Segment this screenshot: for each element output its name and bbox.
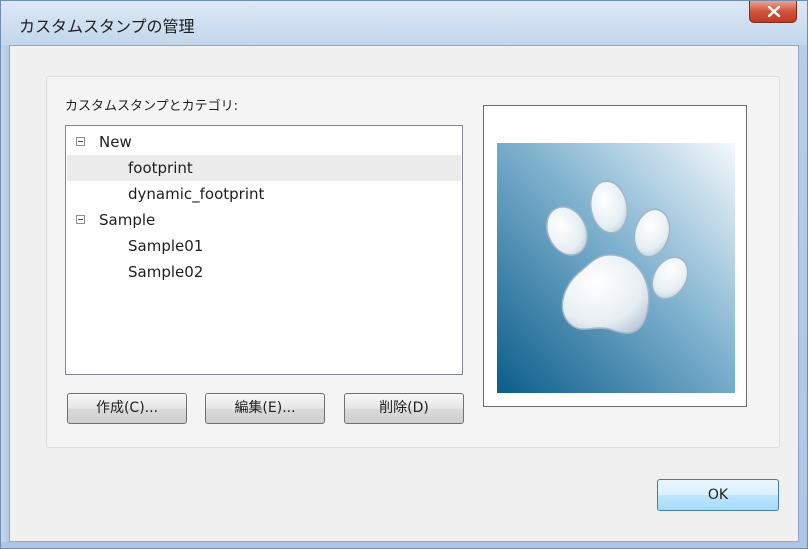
delete-button[interactable]: 削除(D) xyxy=(344,393,464,424)
window-title: カスタムスタンプの管理 xyxy=(19,17,195,36)
stamp-category-tree[interactable]: New footprint dynamic_footprint Sample S… xyxy=(65,125,463,375)
tree-item-new[interactable]: New xyxy=(67,129,461,155)
close-button[interactable] xyxy=(749,1,797,23)
collapse-icon[interactable] xyxy=(76,215,85,224)
create-button[interactable]: 作成(C)... xyxy=(67,393,187,424)
ok-button[interactable]: OK xyxy=(657,479,779,511)
paw-print-icon xyxy=(497,143,735,393)
dialog-client-area: カスタムスタンプとカテゴリ: New footprint dynamic_foo… xyxy=(9,45,799,542)
window-frame-left xyxy=(1,45,9,542)
title-bar[interactable]: カスタムスタンプの管理 xyxy=(1,1,807,45)
stamp-preview xyxy=(483,105,747,407)
tree-item-sample01[interactable]: Sample01 xyxy=(67,233,461,259)
edit-button[interactable]: 編集(E)... xyxy=(205,393,325,424)
tree-item-sample[interactable]: Sample xyxy=(67,207,461,233)
dialog-window: カスタムスタンプの管理 カスタムスタンプとカテゴリ: New footprint… xyxy=(0,0,808,549)
tree-item-label: Sample xyxy=(99,211,156,229)
tree-item-label: Sample02 xyxy=(128,263,204,281)
tree-label: カスタムスタンプとカテゴリ: xyxy=(65,99,238,114)
tree-item-label: dynamic_footprint xyxy=(128,185,265,203)
tree-item-label: New xyxy=(99,133,132,151)
tree-item-sample02[interactable]: Sample02 xyxy=(67,259,461,285)
stamp-group-box: カスタムスタンプとカテゴリ: New footprint dynamic_foo… xyxy=(46,76,780,448)
tree-item-dynamic-footprint[interactable]: dynamic_footprint xyxy=(67,181,461,207)
tree-item-label: Sample01 xyxy=(128,237,204,255)
tree-item-footprint[interactable]: footprint xyxy=(67,155,461,181)
collapse-icon[interactable] xyxy=(76,137,85,146)
tree-item-label: footprint xyxy=(128,159,193,177)
close-icon xyxy=(767,5,781,18)
